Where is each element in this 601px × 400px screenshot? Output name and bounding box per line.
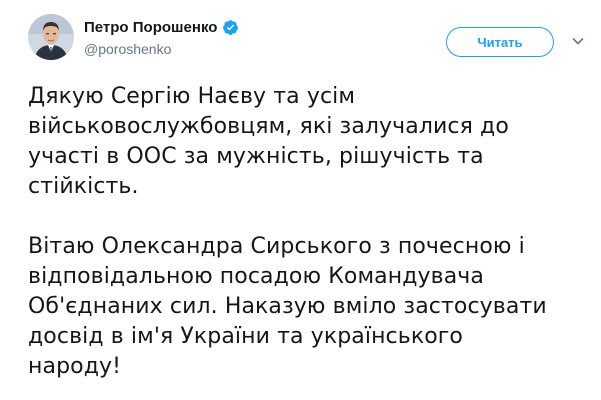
follow-button[interactable]: Читать xyxy=(446,27,554,57)
tweet-paragraph: Дякую Сергію Наєву та усім військовослуж… xyxy=(28,84,509,199)
avatar-portrait-image xyxy=(28,14,74,60)
tweet-card: Петро Порошенко @poroshenko Читать Дякую… xyxy=(0,0,601,400)
chevron-down-icon[interactable] xyxy=(571,34,585,48)
verified-badge-icon xyxy=(222,19,239,36)
author-avatar[interactable] xyxy=(28,14,74,60)
author-handle[interactable]: @poroshenko xyxy=(84,41,239,57)
tweet-header: Петро Порошенко @poroshenko Читать xyxy=(28,14,588,70)
tweet-text: Дякую Сергію Наєву та усім військовослуж… xyxy=(28,82,588,382)
author-identity: Петро Порошенко @poroshenko xyxy=(84,16,239,57)
tweet-paragraph: Вітаю Олександра Сирського з почесною і … xyxy=(28,234,547,379)
author-display-name[interactable]: Петро Порошенко xyxy=(84,19,217,36)
author-name-row: Петро Порошенко xyxy=(84,16,239,38)
